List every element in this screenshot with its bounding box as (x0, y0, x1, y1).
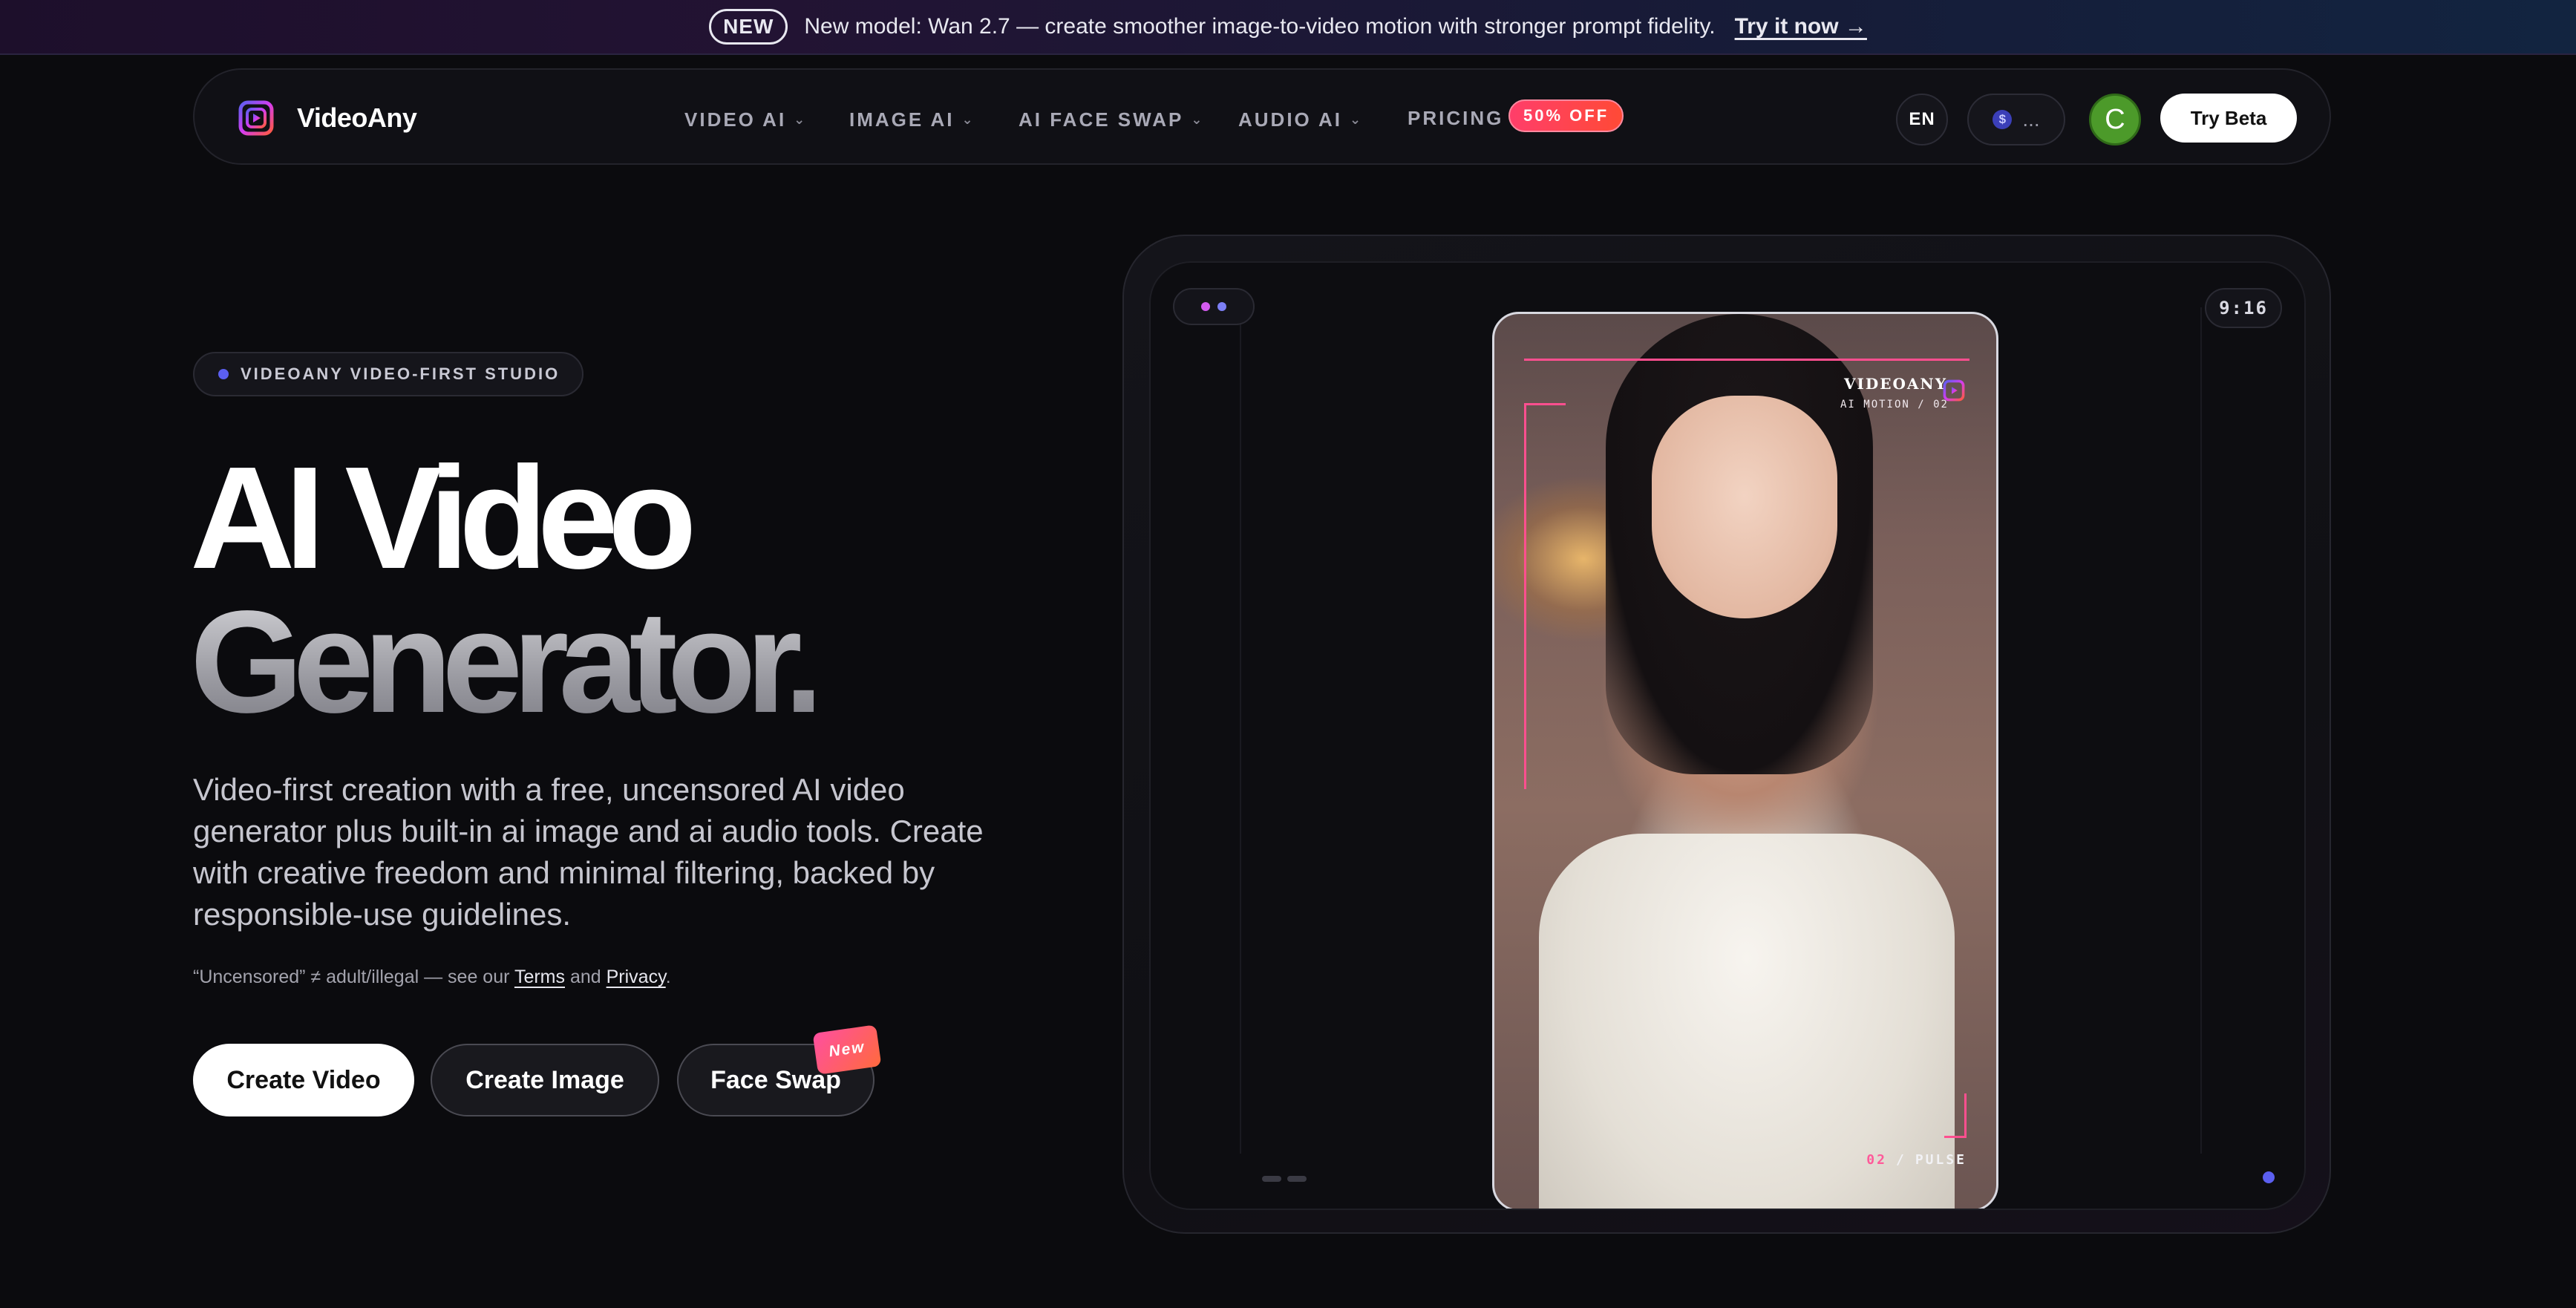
videoany-logo-icon[interactable] (238, 99, 275, 137)
preview-video-frame[interactable]: VIDEOANY AI MOTION / 02 02 / PULSE (1492, 312, 1998, 1209)
privacy-link[interactable]: Privacy (607, 967, 666, 987)
dot-icon (1201, 302, 1210, 311)
grid-line (2200, 307, 2202, 1154)
terms-link[interactable]: Terms (514, 967, 565, 987)
dot-icon (2263, 1171, 2275, 1183)
nav-ai-face-swap[interactable]: AI FACE SWAP ⌄ (1019, 108, 1202, 131)
fineprint-suffix: . (665, 967, 671, 987)
overlay-separator: / (1895, 1152, 1906, 1168)
carousel-indicator[interactable] (1262, 1176, 1307, 1182)
eyebrow-text: VIDEOANY VIDEO-FIRST STUDIO (241, 364, 560, 383)
create-image-button[interactable]: Create Image (431, 1044, 659, 1116)
chevron-down-icon: ⌄ (794, 112, 805, 127)
discount-badge[interactable]: 50% OFF (1508, 99, 1624, 132)
create-video-button[interactable]: Create Video (193, 1044, 414, 1116)
status-dots (1173, 288, 1255, 325)
nav-video-ai[interactable]: VIDEO AI ⌄ (684, 108, 805, 131)
credits-value: ... (2022, 108, 2040, 131)
fineprint-prefix: “Uncensored” ≠ adult/illegal — see our (193, 967, 514, 987)
nav-audio-ai-label: AUDIO AI (1238, 108, 1343, 131)
credits-button[interactable]: $ ... (1967, 94, 2065, 145)
announcement-bar: NEW New model: Wan 2.7 — create smoother… (0, 0, 2576, 55)
carousel-dash[interactable] (1262, 1176, 1281, 1182)
hero-description: Video-first creation with a free, uncens… (193, 772, 984, 932)
nav-image-ai-label: IMAGE AI (849, 108, 955, 131)
try-beta-button[interactable]: Try Beta (2160, 94, 2297, 143)
fineprint-and: and (565, 967, 607, 987)
hud-corner-bracket (1944, 1093, 1967, 1138)
language-button[interactable]: EN (1896, 94, 1948, 145)
chevron-down-icon: ⌄ (1350, 112, 1361, 127)
new-badge: NEW (709, 9, 788, 45)
overlay-number: 02 (1866, 1152, 1887, 1168)
nav-image-ai[interactable]: IMAGE AI ⌄ (849, 108, 973, 131)
new-badge: New (812, 1024, 882, 1075)
chevron-down-icon: ⌄ (1191, 112, 1203, 127)
preview-device: 9:16 VIDEOANY AI MOTION / 02 02 / PULSE (1122, 235, 2331, 1234)
overlay-brand: VIDEOANY (1844, 375, 1947, 393)
avatar[interactable]: C (2089, 94, 2141, 145)
aspect-ratio-badge: 9:16 (2205, 288, 2282, 328)
overlay-label: PULSE (1915, 1152, 1967, 1168)
nav-pricing[interactable]: PRICING (1408, 107, 1503, 130)
videoany-logo-icon (1943, 379, 1965, 402)
try-it-now-link[interactable]: Try it now → (1735, 14, 1867, 39)
nav-pricing-label: PRICING (1408, 107, 1504, 129)
announcement-text: New model: Wan 2.7 — create smoother ima… (804, 14, 1716, 39)
chevron-down-icon: ⌄ (961, 112, 973, 127)
nav-audio-ai[interactable]: AUDIO AI ⌄ (1238, 108, 1361, 131)
overlay-pulse: 02 / PULSE (1866, 1152, 1967, 1168)
coin-icon: $ (1993, 110, 2013, 129)
brand-name[interactable]: VideoAny (297, 102, 417, 134)
hero-title-line1: AI Video (190, 436, 697, 599)
nav-video-ai-label: VIDEO AI (684, 108, 787, 131)
eyebrow-pill: VIDEOANY VIDEO-FIRST STUDIO (193, 352, 584, 396)
hero-title-line2: Generator. (190, 581, 824, 743)
preview-image-shape (1652, 396, 1837, 618)
hud-top-line (1524, 359, 1969, 361)
top-nav: VideoAny VIDEO AI ⌄ IMAGE AI ⌄ AI FACE S… (193, 68, 2331, 165)
overlay-subtitle: AI MOTION / 02 (1840, 399, 1949, 411)
hud-left-bracket (1524, 403, 1566, 789)
nav-ai-face-swap-label: AI FACE SWAP (1019, 108, 1184, 131)
fineprint: “Uncensored” ≠ adult/illegal — see our T… (193, 967, 671, 988)
preview-screen: 9:16 VIDEOANY AI MOTION / 02 02 / PULSE (1149, 261, 2306, 1210)
dot-icon (218, 369, 229, 379)
grid-line (1240, 307, 1241, 1154)
dot-icon (1217, 302, 1226, 311)
carousel-dash[interactable] (1287, 1176, 1307, 1182)
